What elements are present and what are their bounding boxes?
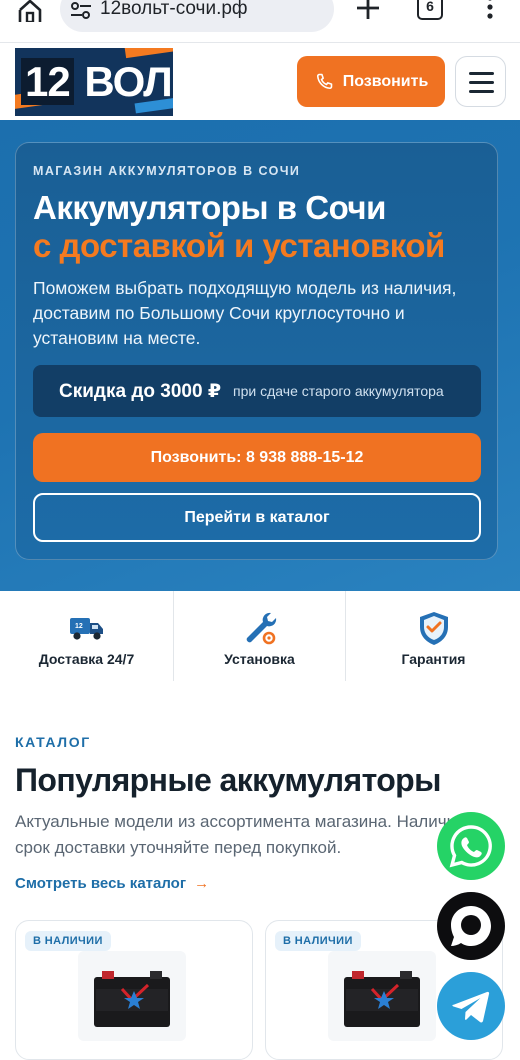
view-all-catalog-link[interactable]: Смотреть весь каталог → — [15, 875, 209, 892]
header-call-button[interactable]: Позвонить — [297, 56, 445, 107]
logo-number: 12 — [21, 58, 74, 105]
features-strip: 12 Доставка 24/7 Установка Гарантия — [0, 591, 520, 681]
delivery-truck-icon: 12 — [63, 610, 106, 646]
discount-banner: Скидка до 3000 ₽ при сдаче старого аккум… — [33, 365, 481, 417]
chat-bubble-icon — [451, 906, 491, 946]
address-bar[interactable]: 12вольт-сочи.рф — [60, 0, 334, 32]
whatsapp-button[interactable] — [437, 812, 505, 880]
battery-image — [328, 951, 436, 1041]
telegram-button[interactable] — [437, 972, 505, 1040]
feature-warranty-label: Гарантия — [401, 651, 466, 667]
in-stock-badge: В НАЛИЧИИ — [25, 931, 111, 951]
browser-toolbar: 12вольт-сочи.рф 6 — [0, 0, 520, 42]
discount-condition: при сдаче старого аккумулятора — [233, 383, 444, 399]
catalog-eyebrow: КАТАЛОГ — [15, 734, 91, 750]
view-all-label: Смотреть весь каталог — [15, 875, 187, 892]
whatsapp-icon — [449, 825, 492, 868]
wrench-icon — [241, 610, 279, 646]
catalog-title: Популярные аккумуляторы — [15, 762, 441, 798]
feature-warranty: Гарантия — [347, 591, 520, 681]
phone-icon — [316, 73, 332, 89]
url-text: 12вольт-сочи.рф — [100, 0, 248, 19]
arrow-right-icon: → — [194, 875, 210, 892]
max-messenger-button[interactable] — [437, 892, 505, 960]
feature-delivery: 12 Доставка 24/7 — [0, 591, 173, 681]
shield-check-icon — [415, 610, 453, 646]
telegram-icon — [452, 991, 490, 1023]
hero-title: Аккумуляторы в Сочи — [33, 189, 386, 226]
hero-description: Поможем выбрать подходящую модель из нал… — [33, 278, 457, 348]
feature-installation-label: Установка — [224, 651, 295, 667]
hero-eyebrow: МАГАЗИН АККУМУЛЯТОРОВ В СОЧИ — [33, 164, 301, 178]
battery-image — [78, 951, 186, 1041]
more-menu-icon[interactable] — [484, 0, 496, 20]
go-to-catalog-button[interactable]: Перейти в каталог — [33, 493, 481, 542]
logo-word: ВОЛЬТ — [84, 58, 173, 105]
feature-installation: Установка — [173, 591, 346, 681]
product-card[interactable]: В НАЛИЧИИ — [15, 920, 253, 1060]
header-call-label: Позвонить — [342, 72, 429, 90]
new-tab-icon[interactable] — [354, 0, 382, 22]
feature-delivery-label: Доставка 24/7 — [38, 651, 135, 667]
site-settings-icon[interactable] — [70, 2, 92, 20]
logo[interactable]: 12 ВОЛЬТ — [15, 48, 173, 116]
tab-switcher-button[interactable]: 6 — [417, 0, 443, 20]
hero-call-button[interactable]: Позвонить: 8 938 888-15-12 — [33, 433, 481, 482]
home-icon[interactable] — [14, 0, 46, 24]
hamburger-menu-button[interactable] — [455, 56, 506, 107]
catalog-description: Актуальные модели из ассортимента магази… — [15, 812, 480, 857]
site-header: 12 ВОЛЬТ Позвонить — [0, 42, 520, 120]
hero-card: МАГАЗИН АККУМУЛЯТОРОВ В СОЧИ Аккумулятор… — [15, 142, 498, 560]
hero-section: МАГАЗИН АККУМУЛЯТОРОВ В СОЧИ Аккумулятор… — [0, 120, 520, 591]
in-stock-badge: В НАЛИЧИИ — [275, 931, 361, 951]
hero-title-accent: с доставкой и установкой — [33, 227, 445, 264]
svg-text:12: 12 — [75, 623, 83, 630]
discount-amount: Скидка до 3000 ₽ — [59, 380, 222, 402]
